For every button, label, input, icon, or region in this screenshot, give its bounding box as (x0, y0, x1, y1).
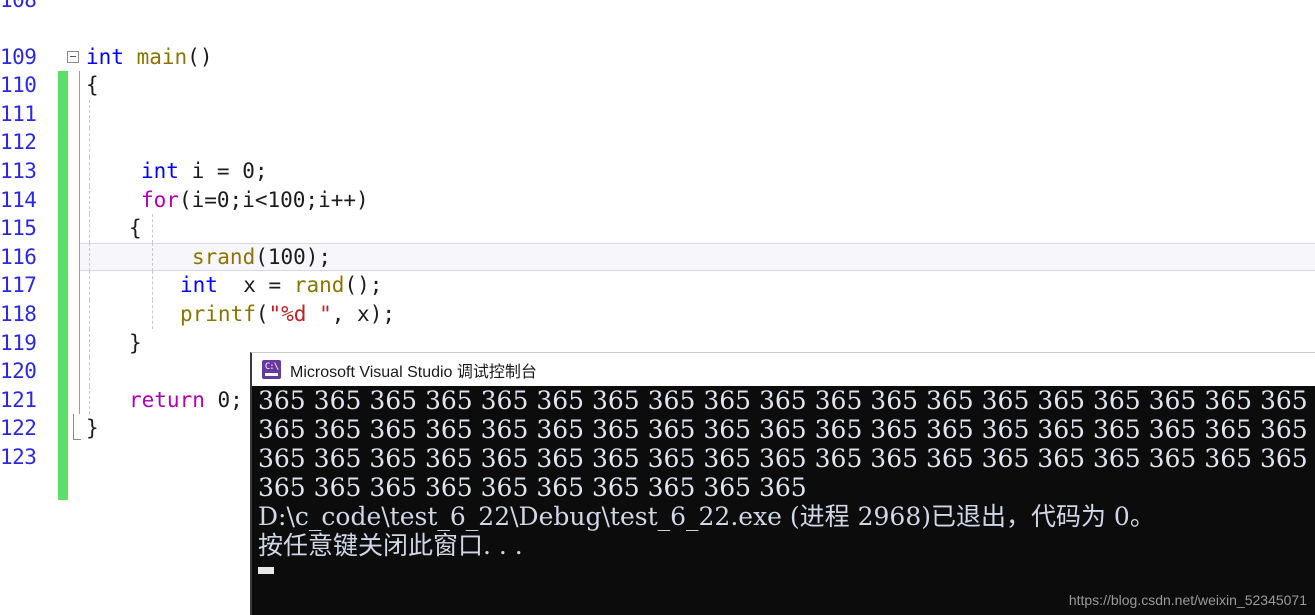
code-text: int x = rand(); (180, 273, 383, 298)
code-line[interactable]: 118 int x = rand(); (0, 271, 1315, 358)
fold-end-marker (73, 414, 81, 441)
indent-guide (89, 185, 90, 215)
code-text: { (129, 216, 142, 241)
code-line-current[interactable]: 117 srand(100); (0, 242, 1315, 329)
code-line[interactable]: 114 int i = 0; (0, 156, 1315, 243)
fold-guide (79, 214, 80, 243)
fold-guide (79, 185, 80, 215)
code-line[interactable]: 109 (0, 14, 1315, 100)
code-text: return 0; (129, 387, 243, 412)
line-number: 123 (0, 444, 37, 469)
indent-guide (152, 242, 153, 272)
console-icon-text: C:\ (264, 362, 279, 372)
fold-guide (79, 328, 80, 358)
indent-guide (89, 271, 90, 300)
console-cursor (258, 567, 274, 574)
collapse-region-icon[interactable] (67, 50, 79, 63)
fold-guide (79, 357, 80, 386)
indent-guide (89, 156, 90, 186)
console-output-row: 365 365 365 365 365 365 365 365 365 365 … (258, 444, 1308, 473)
watermark-text: https://blog.csdn.net/weixin_52345071 (1068, 592, 1307, 608)
indent-guide (152, 214, 153, 243)
code-line[interactable]: 119 printf("%d ", x); (0, 299, 1315, 386)
code-text: srand(100); (192, 244, 332, 269)
indent-guide (89, 242, 90, 272)
fold-guide (79, 299, 80, 329)
console-title: Microsoft Visual Studio 调试控制台 (290, 363, 537, 381)
indent-guide (89, 214, 90, 243)
fold-guide (79, 242, 80, 272)
fold-guide (79, 99, 80, 129)
indent-guide (89, 99, 90, 129)
code-text: } (129, 330, 142, 355)
debug-console-window[interactable]: C:\ Microsoft Visual Studio 调试控制台 365 36… (250, 352, 1315, 615)
code-line[interactable]: 115 for(i=0;i<100;i++) (0, 185, 1315, 272)
indent-guide (89, 357, 90, 386)
code-line[interactable]: 116 { (0, 214, 1315, 300)
indent-guide (89, 299, 90, 329)
indent-guide (152, 299, 153, 329)
console-app-icon: C:\ (262, 360, 281, 379)
fold-guide (79, 271, 80, 300)
code-line[interactable]: 108 (0, 0, 1315, 14)
code-line[interactable]: 112 (0, 99, 1315, 186)
code-line[interactable]: 113 (0, 128, 1315, 215)
code-text: printf("%d ", x); (180, 301, 395, 326)
console-output-row: 365 365 365 365 365 365 365 365 365 365 … (258, 415, 1308, 444)
console-output-area[interactable]: 365 365 365 365 365 365 365 365 365 365 … (252, 386, 1315, 614)
code-text: for(i=0;i<100;i++) (141, 187, 369, 212)
console-output-row: 365 365 365 365 365 365 365 365 365 365 … (258, 386, 1308, 415)
change-bar (58, 442, 68, 472)
console-icon-bar (265, 373, 278, 376)
console-prompt-message: 按任意键关闭此窗口. . . (258, 531, 523, 560)
indent-guide (89, 128, 90, 157)
fold-guide (79, 156, 80, 186)
console-output-row: 365 365 365 365 365 365 365 365 365 365 (258, 473, 807, 502)
change-bar (58, 471, 68, 501)
console-title-bar[interactable]: C:\ Microsoft Visual Studio 调试控制台 (252, 353, 1315, 386)
fold-guide (79, 385, 80, 415)
console-exit-message: D:\c_code\test_6_22\Debug\test_6_22.exe … (258, 502, 1155, 531)
code-line[interactable]: 110 int main() (0, 43, 1315, 129)
line-number: 108 (0, 0, 37, 12)
code-line[interactable]: 111 { (0, 71, 1315, 157)
code-text: int main() (86, 44, 213, 69)
code-text: } (86, 416, 99, 441)
indent-guide (152, 271, 153, 300)
fold-guide (79, 128, 80, 157)
code-text: int i = 0; (141, 158, 268, 183)
fold-guide (79, 71, 80, 100)
code-text: { (86, 73, 99, 98)
indent-guide (89, 328, 90, 358)
indent-guide (89, 385, 90, 415)
